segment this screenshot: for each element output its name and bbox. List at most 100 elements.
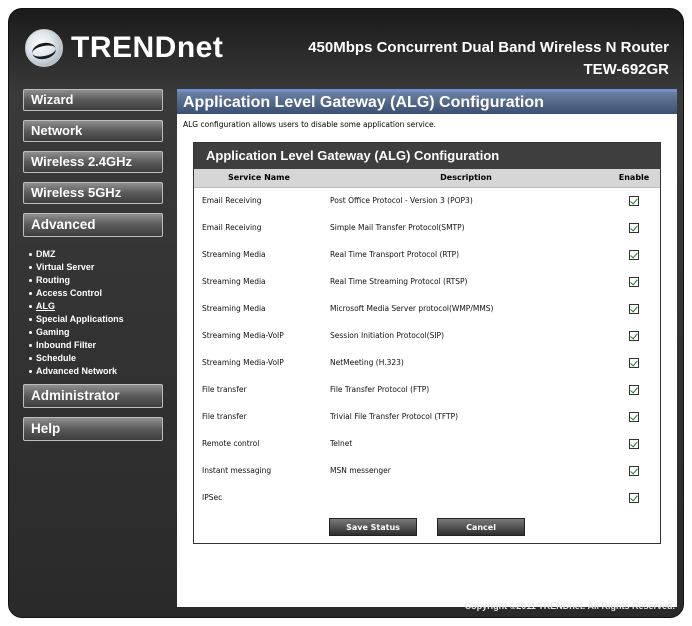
service-description: MSN messenger — [330, 466, 391, 475]
table-row: Streaming Media Real Time Transport Proto… — [194, 241, 660, 268]
submenu-dmz[interactable]: DMZ — [29, 248, 167, 261]
service-description: File Transfer Protocol (FTP) — [330, 385, 430, 394]
submenu-label: Special Applications — [36, 314, 124, 324]
nav-help[interactable]: Help — [23, 417, 163, 441]
submenu-routing[interactable]: Routing — [29, 274, 167, 287]
enable-cell — [608, 322, 660, 349]
nav-network[interactable]: Network — [23, 120, 163, 142]
enable-checkbox[interactable] — [629, 222, 639, 233]
alg-panel: Application Level Gateway (ALG) Configur… — [193, 142, 661, 544]
enable-checkbox[interactable] — [629, 492, 639, 503]
bullet-icon — [29, 266, 32, 269]
enable-checkbox[interactable] — [629, 330, 639, 341]
product-line: 450Mbps Concurrent Dual Band Wireless N … — [308, 39, 669, 56]
enable-cell — [608, 403, 660, 430]
table-row: Email Receiving Simple Mail Transfer Prot… — [194, 214, 660, 241]
bullet-icon — [29, 331, 32, 334]
enable-checkbox[interactable] — [629, 195, 639, 206]
table-row: Streaming Media-VoIP NetMeeting (H.323) — [194, 349, 660, 376]
submenu-special-applications[interactable]: Special Applications — [29, 313, 167, 326]
enable-checkbox[interactable] — [629, 357, 639, 368]
service-name: Streaming Media — [202, 250, 266, 259]
enable-checkbox[interactable] — [629, 303, 639, 314]
button-row: Save Status Cancel — [194, 511, 660, 543]
nav-advanced[interactable]: Advanced — [23, 213, 163, 237]
table-row: Instant messaging MSN messenger — [194, 457, 660, 484]
page-title: Application Level Gateway (ALG) Configur… — [177, 89, 677, 114]
brand-name: TRENDnet — [71, 31, 224, 64]
submenu-alg[interactable]: ALG — [29, 300, 167, 313]
product-model: TEW-692GR — [583, 61, 669, 78]
trendnet-logo: TRENDnet — [25, 29, 223, 67]
page-body: ALG configuration allows users to disabl… — [177, 114, 677, 607]
submenu-label: Routing — [36, 275, 70, 285]
nav-wireless-5ghz[interactable]: Wireless 5GHz — [23, 182, 163, 204]
submenu-advanced-network[interactable]: Advanced Network — [29, 365, 167, 378]
enable-cell — [608, 295, 660, 322]
enable-checkbox[interactable] — [629, 411, 639, 422]
submenu-schedule[interactable]: Schedule — [29, 352, 167, 365]
submenu-label: Virtual Server — [36, 262, 95, 272]
advanced-submenu: DMZ Virtual Server Routing Access Contro… — [23, 246, 167, 384]
bullet-icon — [29, 305, 32, 308]
service-name: File transfer — [202, 412, 247, 421]
enable-checkbox[interactable] — [629, 465, 639, 476]
enable-cell — [608, 241, 660, 268]
sidebar: Wizard Network Wireless 2.4GHz Wireless … — [23, 89, 167, 450]
nav-wizard[interactable]: Wizard — [23, 89, 163, 111]
table-row: Streaming Media-VoIP Session Initiation P… — [194, 322, 660, 349]
router-frame: TRENDnet 450Mbps Concurrent Dual Band Wi… — [8, 8, 684, 618]
table-row: File transfer Trivial File Transfer Proto… — [194, 403, 660, 430]
enable-checkbox[interactable] — [629, 276, 639, 287]
service-description: Real Time Streaming Protocol (RTSP) — [330, 277, 468, 286]
submenu-label: Schedule — [36, 353, 77, 363]
panel-title: Application Level Gateway (ALG) Configur… — [206, 148, 500, 163]
bullet-icon — [29, 292, 32, 295]
service-description: Telnet — [330, 439, 353, 448]
submenu-gaming[interactable]: Gaming — [29, 326, 167, 339]
header: TRENDnet 450Mbps Concurrent Dual Band Wi… — [9, 9, 685, 81]
service-name: Streaming Media-VoIP — [202, 331, 284, 340]
product-title: 450Mbps Concurrent Dual Band Wireless N … — [308, 37, 669, 81]
cancel-button[interactable]: Cancel — [437, 518, 525, 536]
submenu-virtual-server[interactable]: Virtual Server — [29, 261, 167, 274]
alg-table: Service Name Description Enable Email Re… — [194, 169, 660, 511]
submenu-label: Gaming — [36, 327, 70, 337]
submenu-access-control[interactable]: Access Control — [29, 287, 167, 300]
submenu-inbound-filter[interactable]: Inbound Filter — [29, 339, 167, 352]
col-description: Description — [324, 169, 608, 188]
service-description: Trivial File Transfer Protocol (TFTP) — [330, 412, 459, 421]
submenu-label: DMZ — [36, 249, 56, 259]
service-name: Instant messaging — [202, 466, 272, 475]
table-row: IPSec — [194, 484, 660, 511]
service-name: IPSec — [202, 493, 223, 502]
bullet-icon — [29, 370, 32, 373]
table-row: Remote control Telnet — [194, 430, 660, 457]
enable-cell — [608, 484, 660, 511]
enable-cell — [608, 457, 660, 484]
enable-cell — [608, 268, 660, 295]
enable-cell — [608, 214, 660, 241]
nav-administrator[interactable]: Administrator — [23, 384, 163, 408]
enable-cell — [608, 376, 660, 403]
submenu-label: Advanced Network — [36, 366, 118, 376]
service-name: Streaming Media — [202, 277, 266, 286]
enable-checkbox[interactable] — [629, 438, 639, 449]
save-status-button[interactable]: Save Status — [329, 518, 417, 536]
service-description: Real Time Transport Protocol (RTP) — [330, 250, 460, 259]
enable-cell — [608, 187, 660, 214]
bullet-icon — [29, 357, 32, 360]
bullet-icon — [29, 344, 32, 347]
service-name: Email Receiving — [202, 223, 262, 232]
trendnet-logo-icon — [25, 29, 63, 67]
enable-checkbox[interactable] — [629, 384, 639, 395]
bullet-icon — [29, 318, 32, 321]
service-description: NetMeeting (H.323) — [330, 358, 404, 367]
enable-checkbox[interactable] — [629, 249, 639, 260]
submenu-label: ALG — [36, 301, 55, 311]
service-name: Remote control — [202, 439, 260, 448]
service-name: Streaming Media — [202, 304, 266, 313]
col-service-name: Service Name — [194, 169, 324, 188]
nav-wireless-24ghz[interactable]: Wireless 2.4GHz — [23, 151, 163, 173]
table-row: Streaming Media Microsoft Media Server pr… — [194, 295, 660, 322]
